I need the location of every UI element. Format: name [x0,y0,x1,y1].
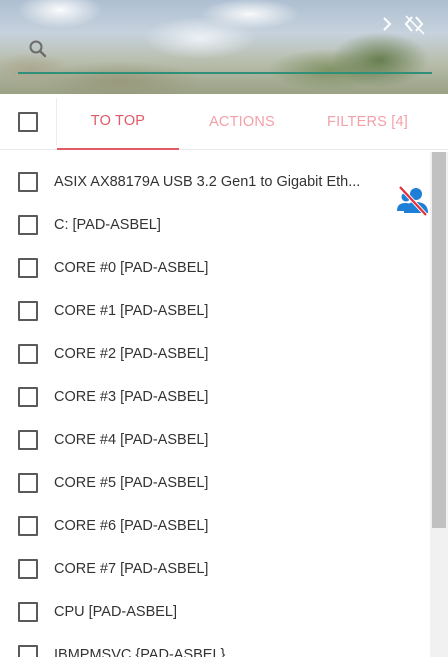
tab-actions[interactable]: ACTIONS [179,94,305,150]
list-item[interactable]: CPU [PAD-ASBEL] [0,587,430,630]
item-checkbox[interactable] [18,344,38,364]
item-label: IBMPMSVC {PAD-ASBEL} [54,647,226,657]
list-item[interactable]: CORE #1 [PAD-ASBEL] [0,286,430,329]
list-item[interactable]: CORE #4 [PAD-ASBEL] [0,415,430,458]
device-list: ASIX AX88179A USB 3.2 Gen1 to Gigabit Et… [0,152,430,657]
item-label: CORE #4 [PAD-ASBEL] [54,432,209,448]
item-checkbox[interactable] [18,215,38,235]
list-item[interactable]: CORE #3 [PAD-ASBEL] [0,372,430,415]
list-item[interactable]: CORE #6 [PAD-ASBEL] [0,501,430,544]
item-label: CORE #0 [PAD-ASBEL] [54,260,209,276]
item-label: CORE #5 [PAD-ASBEL] [54,475,209,491]
item-checkbox[interactable] [18,258,38,278]
select-all-checkbox[interactable] [18,112,38,132]
user-slash-icon[interactable] [396,185,430,217]
item-checkbox[interactable] [18,473,38,493]
item-checkbox[interactable] [18,301,38,321]
item-checkbox[interactable] [18,602,38,622]
list-item[interactable]: CORE #5 [PAD-ASBEL] [0,458,430,501]
item-label: C: [PAD-ASBEL] [54,217,161,233]
item-label: CORE #6 [PAD-ASBEL] [54,518,209,534]
item-checkbox[interactable] [18,430,38,450]
list-scrollbar-thumb[interactable] [432,152,446,528]
item-label: ASIX AX88179A USB 3.2 Gen1 to Gigabit Et… [54,174,361,190]
list-item[interactable]: C: [PAD-ASBEL] [0,200,430,243]
item-label: CORE #3 [PAD-ASBEL] [54,389,209,405]
item-checkbox[interactable] [18,645,38,657]
item-checkbox[interactable] [18,387,38,407]
list-item[interactable]: IBMPMSVC {PAD-ASBEL} [0,630,430,657]
item-checkbox[interactable] [18,516,38,536]
list-item[interactable]: ASIX AX88179A USB 3.2 Gen1 to Gigabit Et… [0,157,430,200]
item-checkbox[interactable] [18,172,38,192]
item-label: CORE #1 [PAD-ASBEL] [54,303,209,319]
item-label: CPU [PAD-ASBEL] [54,604,178,620]
tab-filters[interactable]: FILTERS [4] [305,94,430,150]
search-input[interactable] [18,36,432,74]
item-label: CORE #2 [PAD-ASBEL] [54,346,209,362]
list-item[interactable]: CORE #0 [PAD-ASBEL] [0,243,430,286]
tab-to-top[interactable]: TO TOP [57,94,179,150]
list-item[interactable]: CORE #2 [PAD-ASBEL] [0,329,430,372]
collapse-arrows-icon[interactable] [380,14,428,36]
list-item[interactable]: CORE #7 [PAD-ASBEL] [0,544,430,587]
item-checkbox[interactable] [18,559,38,579]
item-label: CORE #7 [PAD-ASBEL] [54,561,209,577]
header-banner [0,0,448,94]
